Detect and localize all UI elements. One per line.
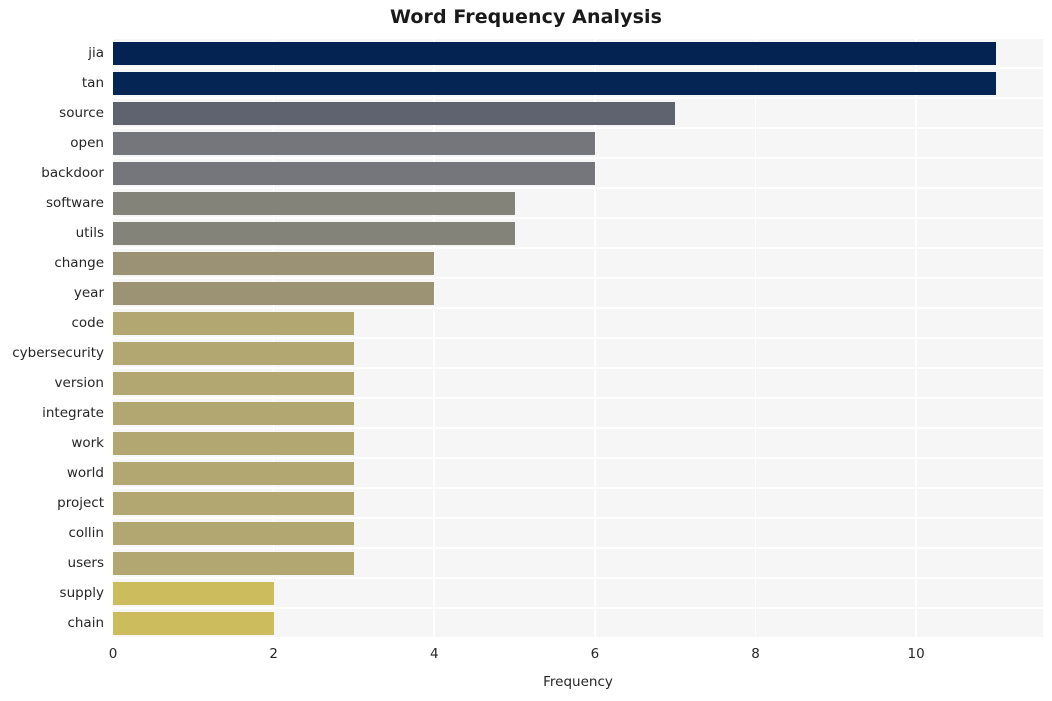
bar-backdoor: [113, 161, 595, 185]
y-tick-integrate: integrate: [42, 405, 104, 421]
gridline-horizontal: [113, 307, 1043, 309]
y-axis-tick-labels: jia tan source open backdoor software utils cha…: [0, 38, 104, 638]
gridline-horizontal: [113, 97, 1043, 99]
gridline-horizontal: [113, 577, 1043, 579]
bar-supply: [113, 581, 274, 605]
gridline-horizontal: [113, 397, 1043, 399]
gridline-horizontal: [113, 157, 1043, 159]
y-tick-cybersecurity: cybersecurity: [12, 345, 104, 361]
bar-source: [113, 101, 676, 125]
bar-chain: [113, 611, 274, 635]
y-tick-version: version: [54, 375, 104, 391]
gridline-horizontal: [113, 367, 1043, 369]
gridline-horizontal: [113, 247, 1043, 249]
y-tick-users: users: [67, 555, 104, 571]
y-tick-change: change: [54, 255, 104, 271]
bar-users: [113, 551, 354, 575]
gridline-horizontal: [113, 337, 1043, 339]
x-tick-2: 2: [269, 646, 278, 662]
bar-year: [113, 281, 435, 305]
x-tick-0: 0: [108, 646, 118, 662]
y-tick-code: code: [71, 315, 104, 331]
bar-utils: [113, 221, 515, 245]
bar-version: [113, 371, 354, 395]
y-tick-backdoor: backdoor: [41, 165, 104, 181]
gridline-horizontal: [113, 38, 1043, 39]
x-axis-title: Frequency: [543, 674, 613, 690]
x-tick-6: 6: [590, 646, 600, 662]
y-tick-collin: collin: [68, 525, 105, 541]
y-tick-year: year: [73, 285, 104, 301]
gridline-horizontal: [113, 547, 1043, 549]
bar-collin: [113, 521, 354, 545]
y-tick-software: software: [46, 195, 104, 211]
bar-project: [113, 491, 354, 515]
bar-integrate: [113, 401, 354, 425]
gridline-horizontal: [113, 187, 1043, 189]
chart-title: Word Frequency Analysis: [389, 6, 663, 28]
x-tick-8: 8: [751, 646, 760, 662]
gridline-horizontal: [113, 427, 1043, 429]
gridline-horizontal: [113, 277, 1043, 279]
plot-area: [113, 38, 1043, 638]
y-tick-utils: utils: [75, 225, 104, 241]
gridline-horizontal: [113, 607, 1043, 609]
bar-change: [113, 251, 435, 275]
bar-software: [113, 191, 515, 215]
y-tick-source: source: [59, 105, 104, 121]
bar-tan: [113, 71, 997, 95]
gridline-horizontal: [113, 517, 1043, 519]
x-axis-tick-labels: 0 2 4 6 8 10: [0, 646, 1052, 668]
gridline-horizontal: [113, 127, 1043, 129]
x-tick-4: 4: [429, 646, 439, 662]
x-tick-10: 10: [907, 646, 925, 662]
gridline-horizontal: [113, 67, 1043, 69]
gridline-horizontal: [113, 217, 1043, 219]
bar-jia: [113, 41, 997, 65]
y-tick-jia: jia: [88, 45, 104, 61]
word-frequency-chart: Word Frequency Analysis jia tan source open…: [0, 0, 1052, 701]
bar-code: [113, 311, 354, 335]
y-tick-world: world: [66, 465, 104, 481]
bar-work: [113, 431, 354, 455]
y-tick-open: open: [70, 135, 104, 151]
y-tick-work: work: [71, 435, 104, 451]
y-tick-chain: chain: [67, 615, 104, 631]
bar-world: [113, 461, 354, 485]
gridline-horizontal: [113, 457, 1043, 459]
gridline-horizontal: [113, 637, 1043, 638]
gridline-horizontal: [113, 487, 1043, 489]
y-tick-tan: tan: [81, 75, 104, 91]
y-tick-supply: supply: [59, 585, 104, 601]
bar-open: [113, 131, 595, 155]
bar-cybersecurity: [113, 341, 354, 365]
y-tick-project: project: [57, 495, 104, 511]
